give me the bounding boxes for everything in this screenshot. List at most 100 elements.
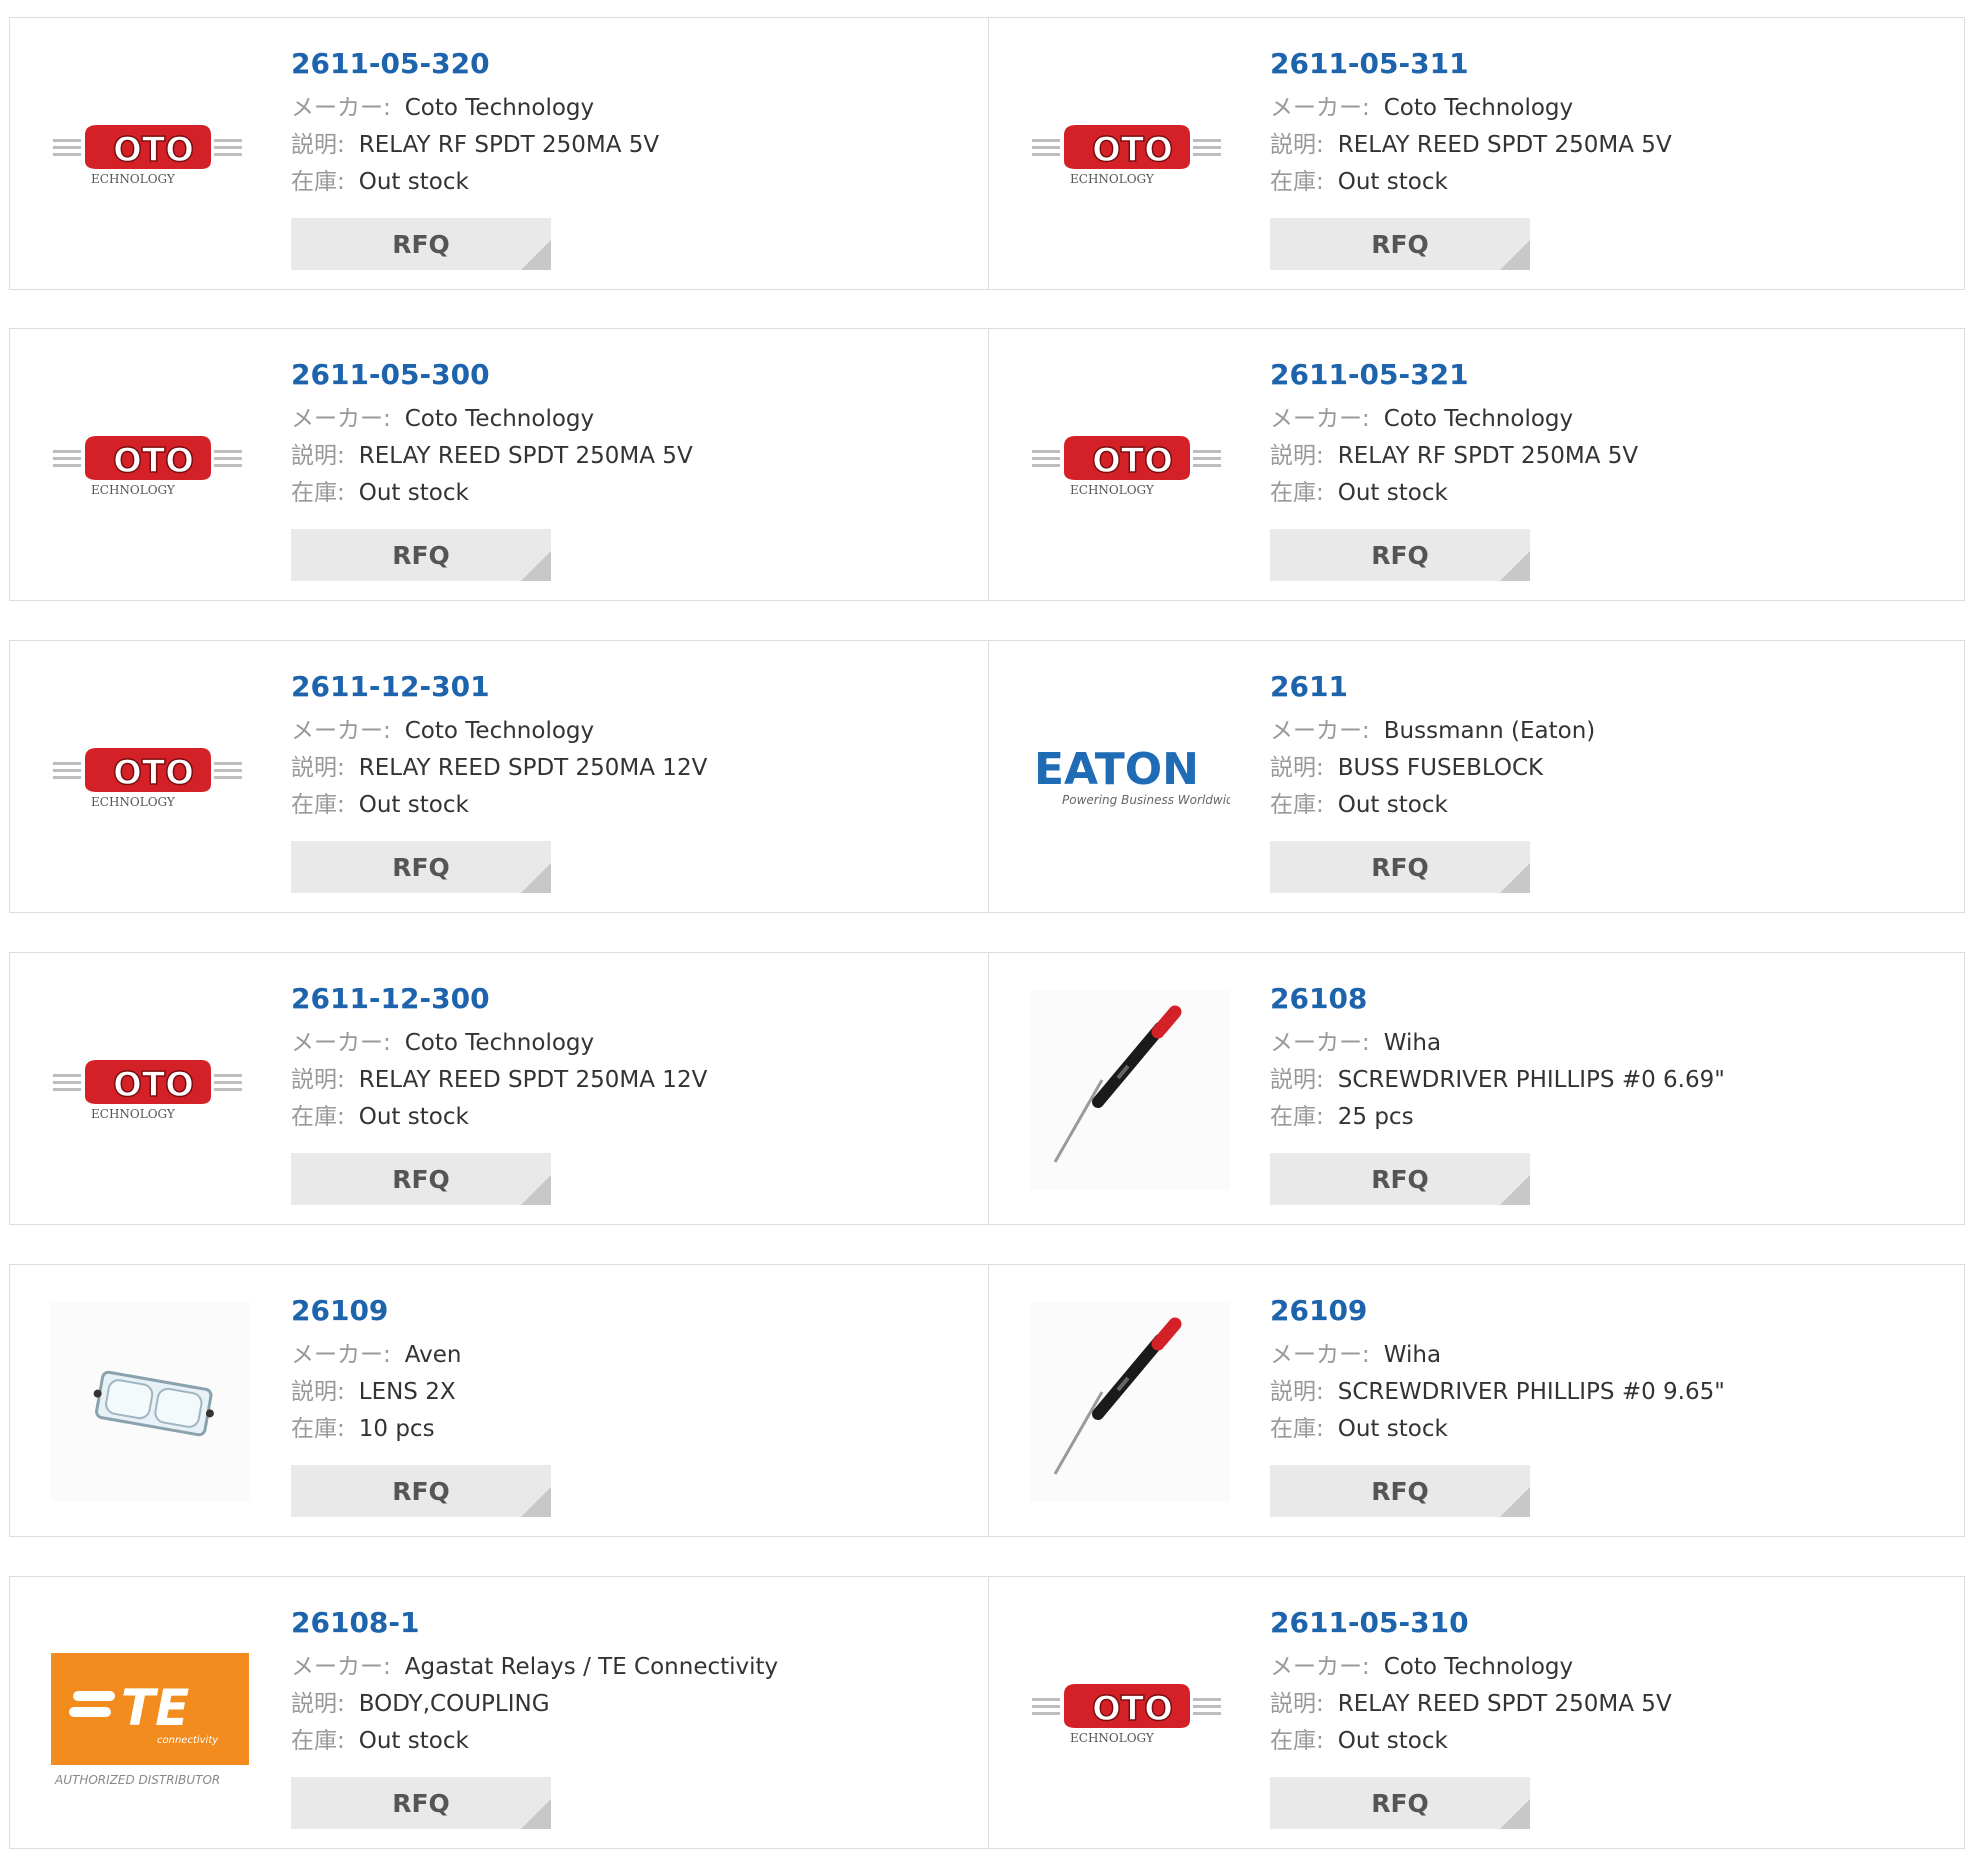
coto-logo-graphic: OTO ECHNOLOGY	[53, 1060, 242, 1121]
rfq-label: RFQ	[392, 229, 450, 259]
svg-text:connectivity: connectivity	[157, 1735, 219, 1746]
svg-text:OTO: OTO	[1092, 441, 1173, 481]
product-row: 26109 メーカー: Aven 説明: LENS 2X 在庫: 10 pcs RFQ 261…	[9, 1264, 1965, 1537]
description-label: 説明:	[291, 1067, 345, 1093]
svg-text:Powering Business Worldwide: Powering Business Worldwide	[1062, 793, 1230, 807]
eaton-logo[interactable]: EATON Powering Business Worldwide	[1029, 677, 1231, 879]
coto-logo[interactable]: OTO ECHNOLOGY	[1029, 1613, 1231, 1815]
corner-triangle-icon	[521, 1487, 551, 1517]
product-card: TE connectivity AUTHORIZED DISTRIBUTOR 2…	[10, 1577, 988, 1848]
description-line: 説明: RELAY RF SPDT 250MA 5V	[1270, 438, 1638, 475]
part-number-link[interactable]: 2611-05-321	[1270, 355, 1638, 395]
part-number-link[interactable]: 2611-05-311	[1270, 44, 1672, 84]
description-label: 説明:	[291, 1691, 345, 1717]
corner-triangle-icon	[521, 551, 551, 581]
corner-triangle-icon	[1500, 551, 1530, 581]
lens-image[interactable]	[50, 1301, 252, 1503]
svg-text:OTO: OTO	[113, 130, 194, 170]
description-line: 説明: BODY,COUPLING	[291, 1686, 778, 1723]
maker-line: メーカー: Wiha	[1270, 1025, 1725, 1062]
product-info: 26108-1 メーカー: Agastat Relays / TE Connecti…	[291, 1603, 778, 1760]
rfq-button[interactable]: RFQ	[1270, 1153, 1530, 1205]
rfq-button[interactable]: RFQ	[291, 1777, 551, 1829]
te-logo-graphic: TE connectivity AUTHORIZED DISTRIBUTOR	[51, 1653, 249, 1787]
maker-value: Coto Technology	[1383, 406, 1574, 432]
part-number-link[interactable]: 2611-05-310	[1270, 1603, 1672, 1643]
rfq-button[interactable]: RFQ	[291, 1153, 551, 1205]
description-line: 説明: SCREWDRIVER PHILLIPS #0 6.69"	[1270, 1062, 1725, 1099]
description-line: 説明: RELAY RF SPDT 250MA 5V	[291, 127, 659, 164]
coto-logo[interactable]: OTO ECHNOLOGY	[50, 365, 252, 567]
part-number-link[interactable]: 2611-05-320	[291, 44, 659, 84]
maker-label: メーカー:	[291, 1030, 391, 1056]
maker-value: Agastat Relays / TE Connectivity	[404, 1654, 779, 1680]
description-label: 説明:	[1270, 1691, 1324, 1717]
description-value: RELAY REED SPDT 250MA 12V	[358, 1067, 708, 1093]
maker-line: メーカー: Coto Technology	[291, 90, 659, 127]
maker-line: メーカー: Agastat Relays / TE Connectivity	[291, 1649, 778, 1686]
product-card: 26109 メーカー: Aven 説明: LENS 2X 在庫: 10 pcs RFQ	[10, 1265, 988, 1536]
stock-line: 在庫: 25 pcs	[1270, 1099, 1725, 1136]
coto-logo[interactable]: OTO ECHNOLOGY	[50, 54, 252, 256]
part-number-link[interactable]: 26109	[291, 1291, 461, 1331]
rfq-button[interactable]: RFQ	[1270, 841, 1530, 893]
screwdriver-image[interactable]	[1029, 989, 1231, 1191]
stock-label: 在庫:	[1270, 1416, 1324, 1442]
part-number-link[interactable]: 26108	[1270, 979, 1725, 1019]
stock-value: Out stock	[1337, 169, 1448, 195]
rfq-button[interactable]: RFQ	[291, 1465, 551, 1517]
description-line: 説明: RELAY REED SPDT 250MA 5V	[1270, 1686, 1672, 1723]
product-row: OTO ECHNOLOGY 2611-12-300 メーカー: Coto Techn…	[9, 952, 1965, 1225]
coto-logo[interactable]: OTO ECHNOLOGY	[50, 989, 252, 1191]
stock-value: Out stock	[1337, 792, 1448, 818]
svg-text:ECHNOLOGY: ECHNOLOGY	[91, 172, 176, 186]
stock-line: 在庫: Out stock	[291, 164, 659, 201]
rfq-button[interactable]: RFQ	[1270, 529, 1530, 581]
product-row: OTO ECHNOLOGY 2611-05-320 メーカー: Coto Techn…	[9, 17, 1965, 290]
rfq-button[interactable]: RFQ	[291, 841, 551, 893]
stock-label: 在庫:	[1270, 1728, 1324, 1754]
product-card: OTO ECHNOLOGY 2611-05-311 メーカー: Coto Techn…	[988, 18, 1965, 289]
rfq-label: RFQ	[392, 540, 450, 570]
stock-line: 在庫: Out stock	[1270, 1723, 1672, 1760]
part-number-link[interactable]: 26108-1	[291, 1603, 778, 1643]
te-logo[interactable]: TE connectivity AUTHORIZED DISTRIBUTOR	[50, 1613, 252, 1815]
rfq-button[interactable]: RFQ	[1270, 1465, 1530, 1517]
part-number-link[interactable]: 2611	[1270, 667, 1595, 707]
rfq-button[interactable]: RFQ	[291, 529, 551, 581]
rfq-button[interactable]: RFQ	[1270, 1777, 1530, 1829]
stock-label: 在庫:	[291, 1416, 345, 1442]
coto-logo[interactable]: OTO ECHNOLOGY	[1029, 54, 1231, 256]
part-number-link[interactable]: 2611-05-300	[291, 355, 693, 395]
stock-value: Out stock	[358, 1104, 469, 1130]
product-card: 26108 メーカー: Wiha 説明: SCREWDRIVER PHILLIPS #0…	[988, 953, 1965, 1224]
eaton-logo-graphic: EATON Powering Business Worldwide	[1034, 744, 1230, 807]
product-card: OTO ECHNOLOGY 2611-05-310 メーカー: Coto Techn…	[988, 1577, 1965, 1848]
corner-triangle-icon	[1500, 1799, 1530, 1829]
maker-value: Coto Technology	[1383, 95, 1574, 121]
part-number-link[interactable]: 2611-12-300	[291, 979, 707, 1019]
product-card: OTO ECHNOLOGY 2611-12-300 メーカー: Coto Techn…	[10, 953, 988, 1224]
coto-logo-graphic: OTO ECHNOLOGY	[1032, 436, 1221, 497]
screwdriver-image[interactable]	[1029, 1301, 1231, 1503]
description-value: BUSS FUSEBLOCK	[1337, 755, 1544, 781]
product-card: OTO ECHNOLOGY 2611-05-300 メーカー: Coto Techn…	[10, 329, 988, 600]
rfq-button[interactable]: RFQ	[1270, 218, 1530, 270]
stock-line: 在庫: 10 pcs	[291, 1411, 461, 1448]
product-info: 2611-05-300 メーカー: Coto Technology 説明: RELAY …	[291, 355, 693, 512]
rfq-button[interactable]: RFQ	[291, 218, 551, 270]
rfq-label: RFQ	[392, 1788, 450, 1818]
coto-logo[interactable]: OTO ECHNOLOGY	[1029, 365, 1231, 567]
part-number-link[interactable]: 2611-12-301	[291, 667, 707, 707]
stock-label: 在庫:	[1270, 480, 1324, 506]
maker-line: メーカー: Aven	[291, 1337, 461, 1374]
description-label: 説明:	[1270, 443, 1324, 469]
maker-label: メーカー:	[291, 718, 391, 744]
coto-logo-graphic: OTO ECHNOLOGY	[53, 436, 242, 497]
part-number-link[interactable]: 26109	[1270, 1291, 1725, 1331]
coto-logo[interactable]: OTO ECHNOLOGY	[50, 677, 252, 879]
product-card: OTO ECHNOLOGY 2611-05-320 メーカー: Coto Techn…	[10, 18, 988, 289]
product-info: 26109 メーカー: Aven 説明: LENS 2X 在庫: 10 pcs	[291, 1291, 461, 1448]
product-info: 2611-05-320 メーカー: Coto Technology 説明: RELAY …	[291, 44, 659, 201]
corner-triangle-icon	[521, 240, 551, 270]
